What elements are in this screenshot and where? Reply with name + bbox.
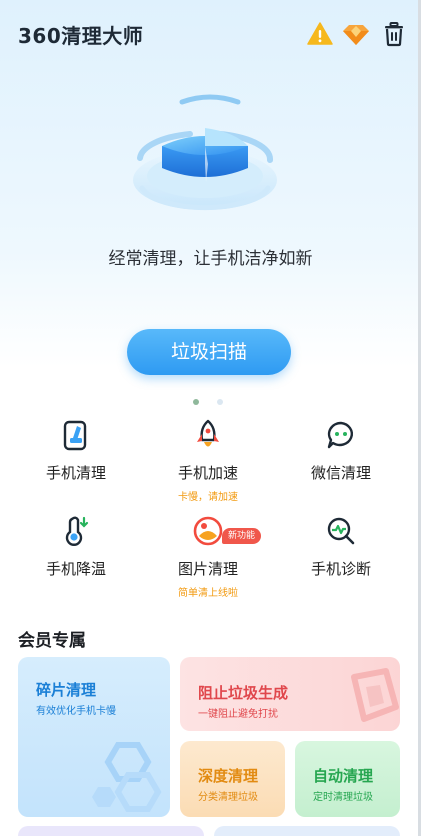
tool-hint: 简单清上线啦 [178,588,238,599]
tool-phone-clean[interactable]: 手机清理 [11,418,141,483]
phone-clean-icon [63,420,87,451]
hero-slogan: 经常清理，让手机洁净如新 [108,249,313,269]
tool-wechat-clean[interactable]: 微信清理 [276,418,406,483]
pager-dot[interactable] [217,399,223,405]
card-title: 碎片清理 [36,681,97,699]
card-deep-clean[interactable]: 深度清理 分类清理垃圾 [180,741,285,817]
new-feature-badge: 新功能 [222,528,262,544]
diamond-icon[interactable] [342,20,370,48]
tool-phone-cooling[interactable]: 手机降温 [11,514,141,579]
tool-label: 手机加速 [177,464,238,482]
tool-hint: 卡慢，请加速 [178,492,238,503]
tool-label: 手机诊断 [310,560,371,578]
card-peek-left[interactable] [18,826,204,836]
clean-disk-illustration [133,94,277,211]
wechat-icon [327,421,353,449]
top-bar: 360清理大师 [0,0,421,70]
tool-phone-boost[interactable]: 手机加速 卡慢，请加速 [143,418,273,503]
card-title: 深度清理 [198,767,259,785]
hexagon-decor-icon [92,742,162,812]
tool-label: 微信清理 [310,464,371,482]
tool-phone-diagnose[interactable]: 手机诊断 [276,514,406,579]
trash-icon[interactable] [380,20,408,48]
card-peek-right[interactable] [214,826,400,836]
card-subtitle: 一键阻止避免打扰 [198,709,278,720]
app-page: 360清理大师 经常清理，让手机洁净如新 垃圾扫描 手机清理 手机加速 卡慢，请… [0,0,421,836]
rocket-icon [197,419,219,447]
pager-dot-active[interactable] [193,399,199,405]
diagnose-icon [327,517,355,545]
warning-icon[interactable] [306,20,334,48]
app-logo: 360清理大师 [18,24,144,48]
tool-label: 手机降温 [45,560,106,578]
card-fragment-clean[interactable]: 碎片清理 有效优化手机卡慢 [18,657,170,817]
card-block-junk[interactable]: 阻止垃圾生成 一键阻止避免打扰 [180,657,400,731]
card-auto-clean[interactable]: 自动清理 定时清理垃圾 [295,741,400,817]
card-title: 阻止垃圾生成 [198,684,289,702]
card-title: 自动清理 [313,767,374,785]
member-section-title: 会员专属 [18,631,86,651]
shield-decor-icon [351,668,399,722]
junk-scan-button[interactable]: 垃圾扫描 [127,329,291,375]
card-subtitle: 分类清理垃圾 [198,792,258,803]
tool-image-clean[interactable]: 图片清理 简单清上线啦 [143,514,273,599]
tool-label: 图片清理 [177,560,238,578]
card-subtitle: 定时清理垃圾 [313,792,373,803]
card-subtitle: 有效优化手机卡慢 [36,706,116,717]
image-icon [193,516,223,546]
tool-label: 手机清理 [45,464,106,482]
thermometer-icon [65,516,89,546]
